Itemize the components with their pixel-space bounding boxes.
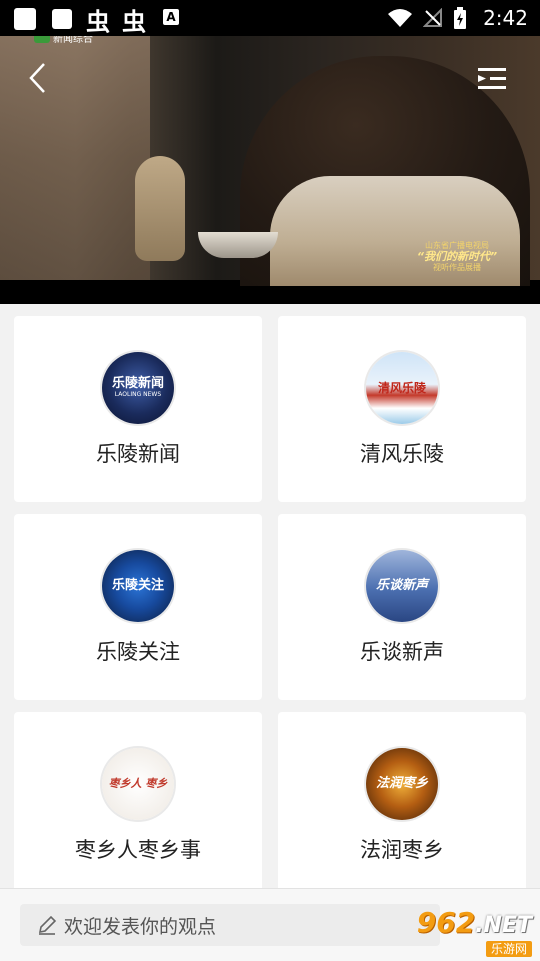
qingfeng-logo-icon: 清风乐陵 [366, 352, 438, 424]
news-logo-icon: 乐陵新闻 LAOLING NEWS [102, 352, 174, 424]
watermark-line-3: 视听作品展播 [433, 263, 481, 272]
notification-glyph-1: 虫 [86, 8, 110, 36]
watermark-net-text: .NET [475, 913, 532, 938]
card-icon-subtext: LAOLING NEWS [114, 391, 162, 398]
card-label: 乐陵新闻 [96, 442, 180, 466]
notification-app-icon [14, 8, 36, 30]
card-letan[interactable]: 乐谈新声 乐谈新声 [278, 514, 526, 700]
playlist-icon [478, 68, 506, 89]
video-watermark: 山东省广播电视局 “我们的新时代” 视听作品展播 [402, 240, 512, 273]
notification-square-icon [52, 9, 72, 29]
comment-placeholder: 欢迎发表你的观点 [64, 915, 217, 938]
comment-input[interactable]: 欢迎发表你的观点 [20, 904, 440, 946]
card-icon-text: 乐陵新闻 [111, 376, 164, 391]
pencil-icon [38, 915, 57, 935]
zaoxiang-logo-icon: 枣乡人 枣乡 [102, 748, 174, 820]
card-zaoxiang[interactable]: 枣乡人 枣乡 枣乡人枣乡事 [14, 712, 262, 898]
no-signal-icon [423, 8, 443, 27]
card-icon-text: 清风乐陵 [377, 381, 426, 395]
watermark-num-text: 962 [416, 906, 476, 939]
a-badge-icon: A [163, 9, 179, 25]
video-player[interactable]: 新闻综合 山东省广播电视局 “我们的新时代” 视听作品展播 [0, 36, 540, 304]
watermark-number: 962.NET [417, 909, 532, 940]
card-icon-text: 乐谈新声 [375, 578, 428, 593]
card-label: 乐谈新声 [360, 640, 444, 664]
comment-bar: 欢迎发表你的观点 962.NET 乐游网 [0, 888, 540, 961]
watermark-site-name: 乐游网 [485, 941, 532, 957]
notification-glyph-2: 虫 [122, 8, 146, 36]
card-guanzhu[interactable]: 乐陵关注 乐陵关注 [14, 514, 262, 700]
card-farun[interactable]: 法润枣乡 法润枣乡 [278, 712, 526, 898]
card-label: 枣乡人枣乡事 [75, 838, 201, 862]
channel-logo: 新闻综合 [34, 36, 93, 46]
card-icon-text: 枣乡人 枣乡 [108, 777, 168, 790]
guanzhu-logo-icon: 乐陵关注 [102, 550, 174, 622]
battery-charging-icon [454, 7, 467, 29]
card-label: 清风乐陵 [360, 442, 444, 466]
card-label: 法润枣乡 [360, 838, 444, 862]
card-icon-text: 乐陵关注 [111, 578, 164, 593]
clock: 2:42 [483, 6, 528, 30]
status-bar: 虫 虫 A 2:42 [0, 0, 540, 36]
playlist-button[interactable] [476, 64, 510, 94]
site-watermark-logo: 962.NET 乐游网 [402, 909, 532, 957]
wifi-icon [388, 9, 413, 27]
farun-logo-icon: 法润枣乡 [366, 748, 438, 820]
channel-logo-text: 新闻综合 [53, 36, 93, 45]
card-qingfeng[interactable]: 清风乐陵 清风乐陵 [278, 316, 526, 502]
video-frame[interactable]: 新闻综合 山东省广播电视局 “我们的新时代” 视听作品展播 [0, 36, 540, 286]
tv-logo-icon [34, 36, 50, 43]
chevron-left-icon [29, 63, 45, 93]
card-label: 乐陵关注 [96, 640, 180, 664]
card-icon-text: 法润枣乡 [375, 776, 428, 791]
watermark-line-2: “我们的新时代” [416, 250, 498, 263]
card-laoling-news[interactable]: 乐陵新闻 LAOLING NEWS 乐陵新闻 [14, 316, 262, 502]
video-scene-bag [135, 156, 185, 261]
back-button[interactable] [22, 58, 52, 98]
letan-logo-icon: 乐谈新声 [366, 550, 438, 622]
